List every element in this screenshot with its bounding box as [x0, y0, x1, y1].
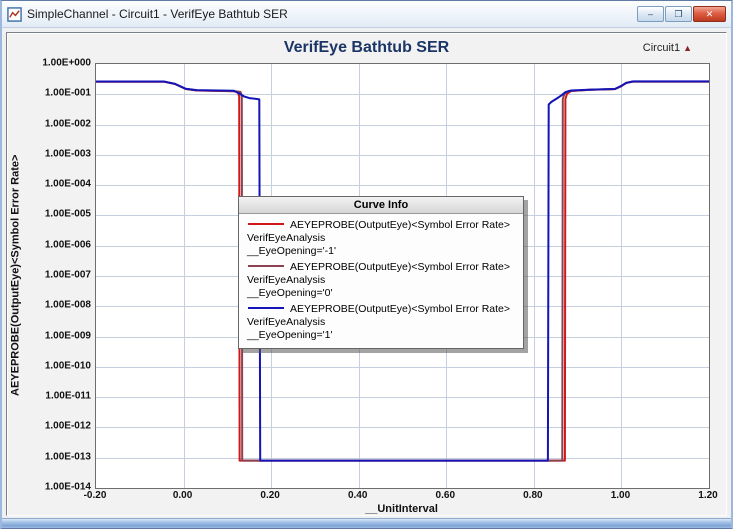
window-title: SimpleChannel - Circuit1 - VerifEye Bath… [27, 7, 288, 21]
chart-title: VerifEye Bathtub SER [283, 39, 450, 56]
curve-color-sample [248, 265, 284, 268]
legend-entry[interactable]: AEYEPROBE(OutputEye)<Symbol Error Rate> V… [247, 219, 515, 258]
y-tick-label: 1.00E+000 [42, 57, 91, 69]
legend-entry-line: VerifEyeAnalysis [247, 232, 326, 244]
x-tick-label: 0.40 [347, 490, 368, 501]
legend-entry[interactable]: AEYEPROBE(OutputEye)<Symbol Error Rate> V… [247, 261, 515, 300]
y-tick-label: 1.00E-009 [44, 330, 91, 342]
y-tick-label: 1.00E-005 [44, 208, 91, 220]
y-tick-label: 1.00E-012 [44, 420, 91, 432]
window-bottom-frame [2, 518, 731, 528]
legend-entry-line: AEYEPROBE(OutputEye)<Symbol Error Rate> [290, 261, 511, 273]
x-tick-label: -0.20 [83, 490, 107, 501]
y-tick-label: 1.00E-006 [44, 239, 91, 251]
legend-entry-line: AEYEPROBE(OutputEye)<Symbol Error Rate> [290, 303, 511, 315]
y-tick-label: 1.00E-011 [45, 390, 91, 402]
x-axis-tick-labels: -0.20 0.00 0.20 0.40 0.60 0.80 1.00 1.20 [84, 490, 718, 503]
y-axis-title: AEYEPROBE(OutputEye)<Symbol Error Rate> [9, 154, 22, 396]
x-tick-label: 0.00 [172, 490, 193, 501]
close-button[interactable]: ✕ [693, 6, 726, 22]
y-tick-label: 1.00E-008 [44, 299, 91, 311]
legend-entry-line: VerifEyeAnalysis [247, 316, 326, 328]
design-corner-label: Circuit1 ▲ [643, 42, 692, 54]
legend-entry-line: AEYEPROBE(OutputEye)<Symbol Error Rate> [290, 219, 511, 231]
curve-color-sample [248, 307, 284, 310]
y-tick-label: 1.00E-010 [44, 360, 91, 372]
y-tick-label: 1.00E-001 [44, 87, 91, 99]
x-tick-label: 0.60 [435, 490, 456, 501]
legend-box[interactable]: Curve Info AEYEPROBE(OutputEye)<Symbol E… [238, 196, 524, 349]
legend-entry-line: __EyeOpening='1' [247, 329, 333, 341]
legend-entry[interactable]: AEYEPROBE(OutputEye)<Symbol Error Rate> V… [247, 303, 515, 342]
x-tick-label: 0.20 [260, 490, 280, 501]
legend-entry-line: __EyeOpening='-1' [247, 245, 336, 257]
y-axis-tick-labels: 1.00E+000 1.00E-001 1.00E-002 1.00E-003 1.00… [23, 58, 93, 493]
legend-entry-line: __EyeOpening='0' [247, 287, 333, 299]
legend-body: AEYEPROBE(OutputEye)<Symbol Error Rate> V… [239, 214, 523, 348]
x-axis-title: __UnitInterval [365, 503, 438, 515]
minimize-button[interactable]: – [637, 6, 664, 22]
y-tick-label: 1.00E-002 [44, 118, 91, 130]
app-icon [7, 6, 22, 22]
maximize-button[interactable]: ❒ [665, 6, 692, 22]
chart-panel: VerifEye Bathtub SER Circuit1 ▲ AEYEPROB… [6, 32, 727, 516]
legend-entry-line: VerifEyeAnalysis [247, 274, 326, 286]
x-tick-label: 0.80 [523, 490, 543, 501]
x-tick-label: 1.20 [698, 490, 718, 501]
corner-label-text: Circuit1 [642, 42, 681, 54]
y-tick-label: 1.00E-004 [44, 178, 91, 190]
curve-color-sample [248, 223, 284, 226]
y-tick-label: 1.00E-013 [44, 451, 91, 463]
design-marker-icon: ▲ [683, 42, 692, 53]
app-window: SimpleChannel - Circuit1 - VerifEye Bath… [0, 0, 733, 529]
y-tick-label: 1.00E-003 [44, 148, 91, 160]
legend-title[interactable]: Curve Info [239, 197, 523, 214]
y-tick-label: 1.00E-007 [44, 269, 91, 281]
window-controls: – ❒ ✕ [637, 6, 726, 22]
x-tick-label: 1.00 [610, 490, 631, 501]
title-bar[interactable]: SimpleChannel - Circuit1 - VerifEye Bath… [2, 1, 731, 28]
